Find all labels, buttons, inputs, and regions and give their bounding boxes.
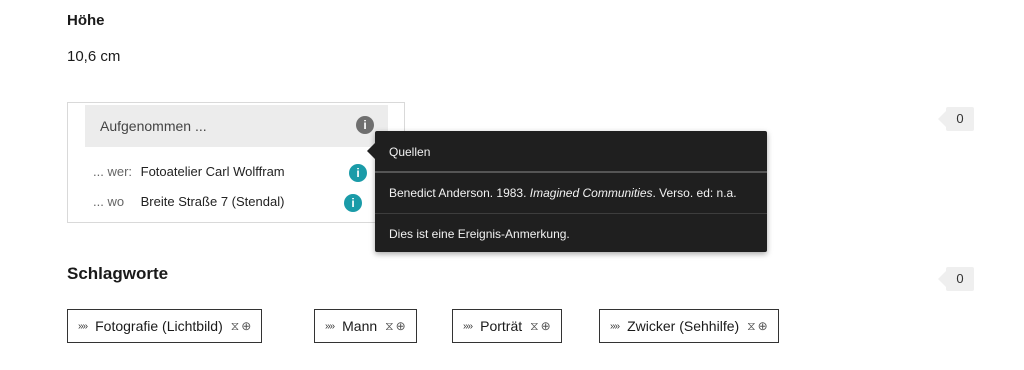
hourglass-icon[interactable]: ⧖ xyxy=(530,319,538,334)
keyword-label: Fotografie (Lichtbild) xyxy=(95,318,223,334)
keyword-tag[interactable]: »» Zwicker (Sehhilfe) ⧖ ⊕ xyxy=(599,309,779,343)
tooltip-title: Quellen xyxy=(389,145,431,159)
source-title: Imagined Communities xyxy=(529,186,653,200)
hourglass-icon[interactable]: ⧖ xyxy=(385,319,393,334)
event-heading: Aufgenommen ... xyxy=(100,118,207,134)
globe-icon[interactable]: ⊕ xyxy=(541,319,551,333)
dimension-label: Höhe xyxy=(67,12,105,29)
dimension-value: 10,6 cm xyxy=(67,48,121,65)
globe-icon[interactable]: ⊕ xyxy=(758,319,768,333)
event-box: Aufgenommen ... i ... wer: Fotoatelier C… xyxy=(67,102,405,223)
sources-tooltip: Quellen Benedict Anderson. 1983. Imagine… xyxy=(367,131,767,252)
tooltip-source: Benedict Anderson. 1983. Imagined Commun… xyxy=(389,186,737,200)
source-text: . Verso. ed: n.a. xyxy=(652,186,737,200)
keywords-title: Schlagworte xyxy=(67,264,169,283)
double-chevron-icon: »» xyxy=(463,320,473,332)
keyword-tag[interactable]: »» Porträt ⧖ ⊕ xyxy=(452,309,562,343)
tooltip-divider xyxy=(375,213,767,214)
info-icon[interactable]: i xyxy=(356,116,374,134)
keyword-tag[interactable]: »» Fotografie (Lichtbild) ⧖ ⊕ xyxy=(67,309,263,343)
tooltip-divider xyxy=(375,171,767,173)
hourglass-icon[interactable]: ⧖ xyxy=(747,319,755,334)
double-chevron-icon: »» xyxy=(610,320,620,332)
event-count-badge[interactable]: 0 xyxy=(938,107,974,131)
event-header: Aufgenommen ... i xyxy=(85,105,388,147)
event-row-who: ... wer: Fotoatelier Carl Wolffram xyxy=(93,164,285,179)
info-icon[interactable]: i xyxy=(349,164,367,182)
tooltip-note: Dies ist eine Ereignis-Anmerkung. xyxy=(389,227,570,241)
double-chevron-icon: »» xyxy=(78,320,88,332)
event-row-key: ... wo xyxy=(93,194,125,209)
keyword-label: Porträt xyxy=(480,318,523,334)
event-row-value: Fotoatelier Carl Wolffram xyxy=(140,164,285,179)
globe-icon[interactable]: ⊕ xyxy=(241,319,251,333)
keyword-label: Zwicker (Sehhilfe) xyxy=(627,318,740,334)
event-row-value: Breite Straße 7 (Stendal) xyxy=(140,194,285,209)
keywords-count-badge[interactable]: 0 xyxy=(938,267,974,291)
double-chevron-icon: »» xyxy=(325,320,335,332)
keyword-label: Mann xyxy=(342,318,378,334)
keyword-tag[interactable]: »» Mann ⧖ ⊕ xyxy=(314,309,417,343)
info-icon[interactable]: i xyxy=(344,194,362,212)
hourglass-icon[interactable]: ⧖ xyxy=(231,319,239,334)
event-row-where: ... wo Breite Straße 7 (Stendal) xyxy=(93,194,284,209)
globe-icon[interactable]: ⊕ xyxy=(396,319,406,333)
event-row-key: ... wer: xyxy=(93,164,133,179)
source-text: Benedict Anderson. 1983. xyxy=(389,186,530,200)
